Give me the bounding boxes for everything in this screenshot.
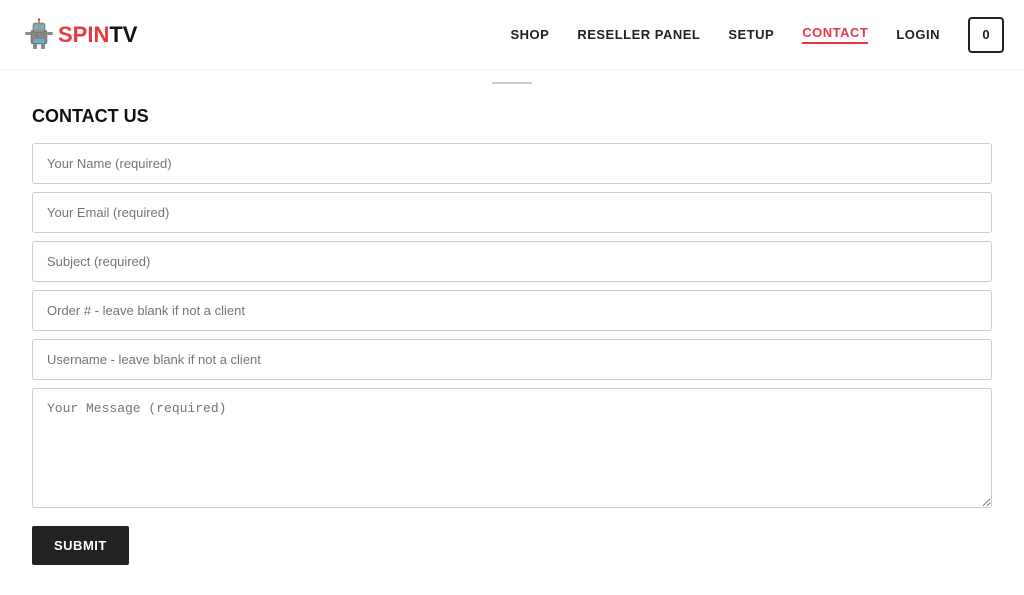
main-nav: SHOP RESELLER PANEL SETUP CONTACT LOGIN … bbox=[510, 17, 1004, 53]
nav-login[interactable]: LOGIN bbox=[896, 27, 940, 42]
message-input[interactable] bbox=[32, 388, 992, 508]
nav-contact[interactable]: CONTACT bbox=[802, 25, 868, 44]
contact-us-title: CONTACT US bbox=[32, 106, 992, 127]
nav-shop[interactable]: SHOP bbox=[510, 27, 549, 42]
name-input[interactable] bbox=[32, 143, 992, 184]
logo-tv-text: TV bbox=[109, 22, 137, 48]
site-header: SPIN TV SHOP RESELLER PANEL SETUP CONTAC… bbox=[0, 0, 1024, 70]
username-input[interactable] bbox=[32, 339, 992, 380]
logo[interactable]: SPIN TV bbox=[20, 16, 137, 54]
nav-setup[interactable]: SETUP bbox=[728, 27, 774, 42]
main-content: CONTACT US SUBMIT bbox=[12, 96, 1012, 595]
page-divider bbox=[492, 82, 532, 84]
cart-button[interactable]: 0 bbox=[968, 17, 1004, 53]
subject-input[interactable] bbox=[32, 241, 992, 282]
cart-count: 0 bbox=[982, 27, 989, 42]
email-input[interactable] bbox=[32, 192, 992, 233]
logo-robot-icon bbox=[20, 16, 58, 54]
logo-spin-text: SPIN bbox=[58, 22, 109, 48]
order-input[interactable] bbox=[32, 290, 992, 331]
submit-button[interactable]: SUBMIT bbox=[32, 526, 129, 565]
nav-reseller-panel[interactable]: RESELLER PANEL bbox=[577, 27, 700, 42]
contact-form: SUBMIT bbox=[32, 143, 992, 565]
